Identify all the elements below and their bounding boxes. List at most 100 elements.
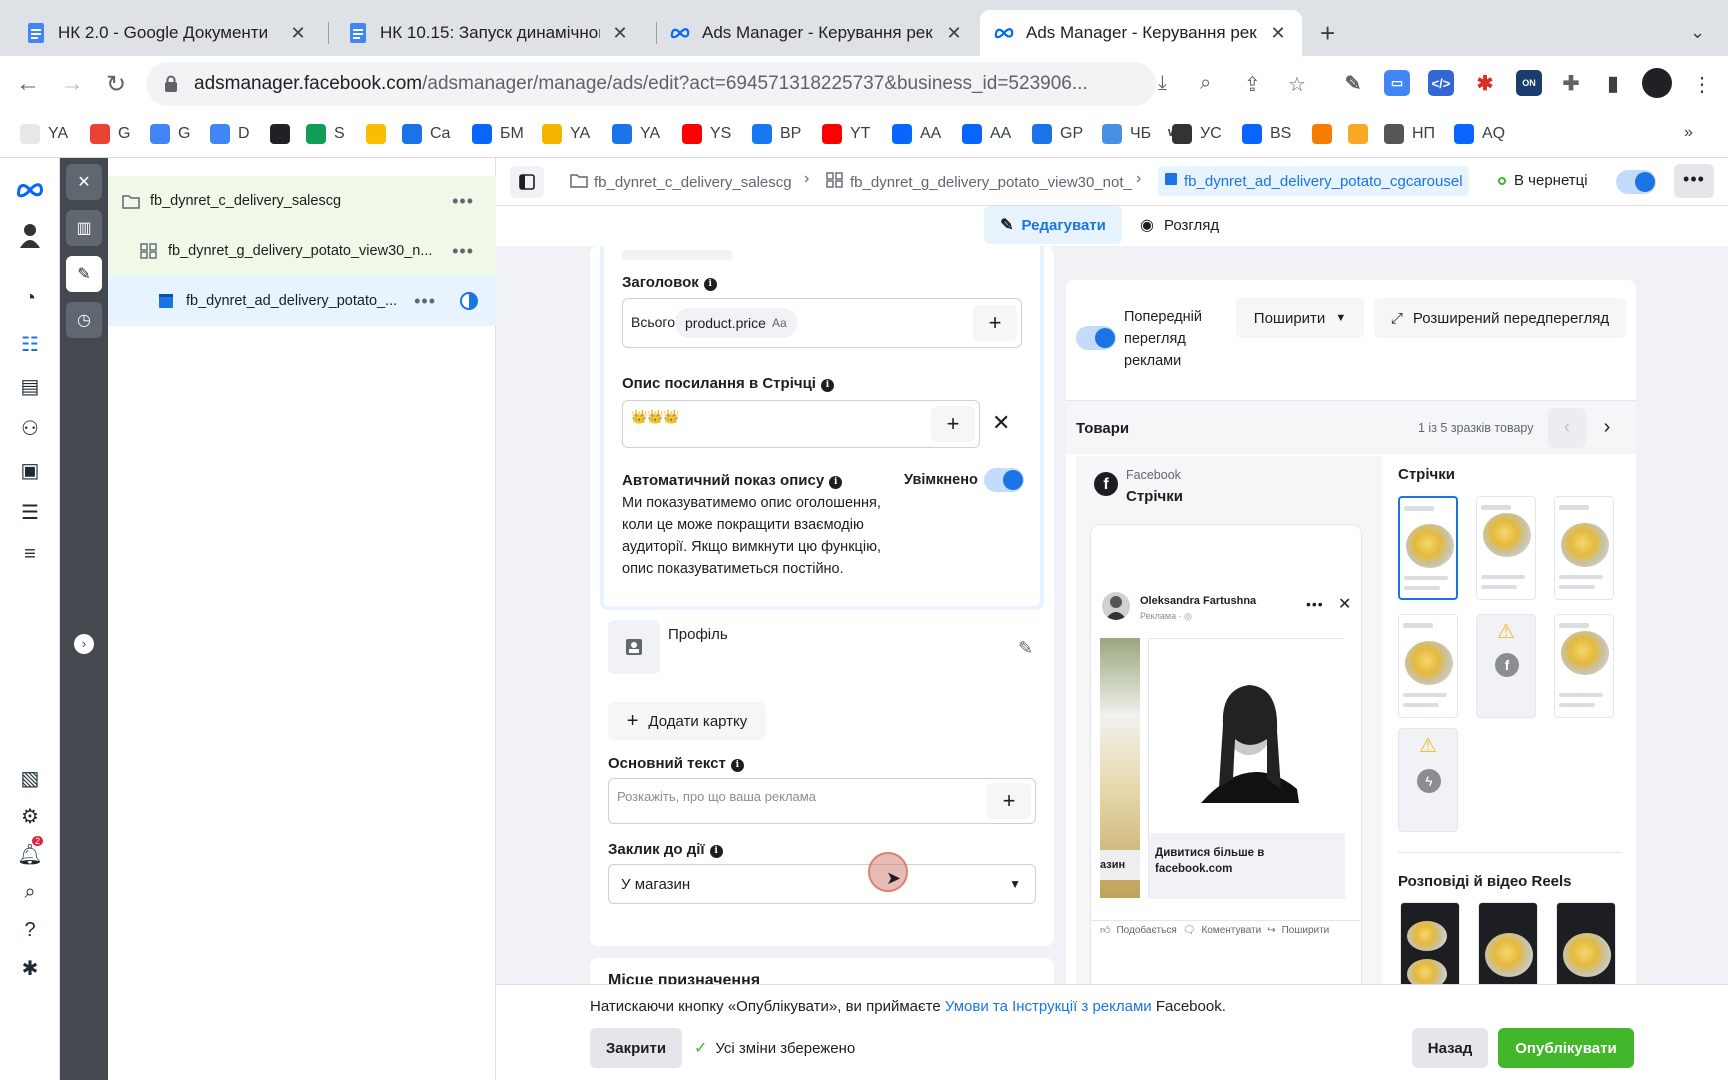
pen-extension-icon[interactable]: ✎ [1340, 70, 1366, 96]
close-icon[interactable]: ✕ [288, 23, 308, 44]
bookmark-item[interactable]: BP [752, 124, 801, 144]
bookmark-star-icon[interactable]: ☆ [1288, 72, 1306, 97]
all-tools-menu-icon[interactable]: ≡ [16, 540, 44, 568]
audiences-icon[interactable]: ⚇ [16, 414, 44, 442]
close-button[interactable]: Закрити [590, 1028, 682, 1068]
tree-ad-row[interactable]: fb_dynret_ad_delivery_potato_... ••• [108, 276, 496, 326]
tab-ads-manager-1[interactable]: Ads Manager - Керування рек ✕ [656, 10, 978, 56]
close-icon[interactable]: ✕ [610, 23, 630, 44]
campaigns-table-icon[interactable]: ☷ [16, 330, 44, 358]
terms-link[interactable]: Умови та Інструкції з реклами [945, 998, 1152, 1015]
ad-active-toggle[interactable] [1616, 170, 1656, 194]
bookmark-item[interactable]: НП [1384, 124, 1435, 144]
bookmark-item[interactable]: YA [612, 124, 660, 144]
browser-menu-icon[interactable]: ⋮ [1692, 72, 1712, 97]
bookmark-item[interactable]: YS [682, 124, 731, 144]
profile-avatar[interactable] [1642, 68, 1672, 98]
bookmark-item[interactable]: YA [542, 124, 590, 144]
back-button[interactable]: Назад [1412, 1028, 1488, 1068]
bookmark-item[interactable] [1348, 124, 1376, 144]
catalog-icon[interactable]: ☰ [16, 498, 44, 526]
review-mode-tab[interactable]: ◉ Розгляд [1140, 206, 1250, 244]
bookmark-item[interactable] [366, 124, 394, 144]
cta-select[interactable]: У магазин ▼ [608, 864, 1036, 904]
more-options-icon[interactable]: ••• [414, 291, 436, 312]
extensions-puzzle-icon[interactable]: ✚ [1558, 70, 1584, 96]
bookmark-item[interactable] [1312, 124, 1340, 144]
side-panel-icon[interactable]: ▮ [1600, 70, 1626, 96]
meta-logo-icon[interactable] [16, 176, 44, 204]
more-options-icon[interactable]: ••• [452, 241, 474, 262]
bookmark-item[interactable]: УС [1172, 124, 1222, 144]
expand-chevron-icon[interactable]: › [74, 634, 94, 654]
download-icon[interactable]: ⤓ [1158, 72, 1167, 95]
headline-token-chip[interactable]: product.price Aa [675, 308, 797, 338]
notifications-bell-icon[interactable]: 🔔︎ 2 [16, 836, 44, 868]
share-icon[interactable]: ⇪ [1244, 72, 1261, 97]
history-clock-icon[interactable]: ◷ [66, 302, 102, 338]
placement-thumb-messenger[interactable]: ⚠ ϟ [1398, 728, 1458, 832]
bookmark-item[interactable]: GP [1032, 124, 1083, 144]
breadcrumb-adset[interactable]: fb_dynret_g_delivery_potato_view30_not_ [826, 172, 1132, 192]
breadcrumb-ad[interactable]: fb_dynret_ad_delivery_potato_cgcarousel [1158, 166, 1469, 196]
tree-campaign-row[interactable]: fb_dynret_c_delivery_salescg ••• [108, 176, 496, 226]
add-headline-icon[interactable]: + [973, 305, 1017, 341]
add-primary-text-icon[interactable]: + [987, 783, 1031, 819]
media-icon[interactable]: ▣ [16, 456, 44, 484]
tab-ads-manager-active[interactable]: Ads Manager - Керування рек ✕ [980, 10, 1302, 56]
close-icon[interactable]: ✕ [944, 23, 964, 44]
bookmark-item[interactable]: YT [822, 124, 870, 144]
add-link-desc-icon[interactable]: + [931, 406, 975, 442]
close-editor-icon[interactable]: ✕ [66, 164, 102, 200]
placement-thumb-video[interactable] [1398, 614, 1458, 718]
preview-toggle[interactable] [1076, 326, 1116, 350]
help-icon[interactable]: ? [16, 916, 44, 944]
next-product-icon[interactable]: › [1590, 408, 1624, 448]
bookmark-item[interactable]: G [150, 124, 190, 144]
share-preview-button[interactable]: Поширити ▼ [1236, 298, 1364, 338]
back-arrow-icon[interactable]: ← [14, 70, 42, 98]
close-icon[interactable]: ✕ [1268, 23, 1288, 44]
publish-button[interactable]: Опублікувати [1498, 1028, 1634, 1068]
edit-pencil-icon[interactable]: ✎ [66, 256, 102, 292]
more-bookmarks-icon[interactable]: » [1684, 124, 1693, 142]
link-desc-field[interactable]: 👑👑👑 + [622, 400, 980, 448]
tab-search-chevron-icon[interactable]: ⌄ [1690, 22, 1705, 43]
bookmark-item[interactable]: AA [962, 124, 1011, 144]
add-card-button[interactable]: + Додати картку [608, 702, 766, 740]
extension-blue-icon[interactable]: ▭ [1384, 70, 1410, 96]
auto-desc-toggle[interactable] [984, 468, 1024, 492]
placement-thumb-search[interactable] [1554, 614, 1614, 718]
placement-thumb-instagram[interactable] [1476, 496, 1536, 600]
breadcrumb-campaign[interactable]: fb_dynret_c_delivery_salescg [570, 172, 792, 192]
toggle-sidebar-icon[interactable] [510, 166, 544, 198]
account-avatar[interactable] [16, 220, 44, 248]
primary-text-field[interactable]: Розкажіть, про що ваша реклама + [608, 778, 1036, 824]
dashboard-gauge-icon[interactable]: ◔ [16, 284, 44, 312]
reports-icon[interactable]: ▧ [16, 764, 44, 792]
bookmark-item[interactable]: БМ [472, 124, 524, 144]
edit-mode-tab[interactable]: ✎ Редагувати [984, 206, 1122, 244]
search-icon[interactable]: ⌕ [16, 878, 44, 906]
carousel-card[interactable]: Дивитися більше в facebook.com [1148, 638, 1345, 899]
bookmark-item[interactable] [270, 124, 298, 144]
remove-link-desc-icon[interactable]: ✕ [992, 410, 1010, 436]
prev-product-icon[interactable]: ‹ [1548, 408, 1586, 448]
address-bar[interactable]: adsmanager.facebook.com /adsmanager/mana… [146, 62, 1156, 106]
bookmark-item[interactable]: ЧБ [1102, 124, 1151, 144]
more-options-icon[interactable]: ••• [1674, 164, 1714, 198]
zoom-icon[interactable]: ⌕ [1200, 72, 1211, 95]
placement-thumb-marketplace[interactable] [1554, 496, 1614, 600]
bookmark-item[interactable]: BS [1242, 124, 1291, 144]
tab-google-doc-2[interactable]: НК 10.15: Запуск динамічного ✕ [334, 10, 644, 56]
bookmark-item[interactable]: AA [892, 124, 941, 144]
placement-thumb-feed[interactable] [1398, 496, 1458, 600]
bookmark-item[interactable]: Ca [402, 124, 450, 144]
edit-profile-pencil-icon[interactable]: ✎ [1018, 638, 1033, 659]
expanded-preview-button[interactable]: ⤢ Розширений передперегляд [1374, 298, 1626, 338]
chart-icon[interactable]: ▥ [66, 210, 102, 246]
reload-icon[interactable]: ↻ [102, 70, 130, 99]
tab-google-doc-1[interactable]: НК 2.0 - Google Документи ✕ [12, 10, 322, 56]
bookmark-item[interactable]: G [90, 124, 130, 144]
more-options-icon[interactable]: ••• [452, 191, 474, 212]
